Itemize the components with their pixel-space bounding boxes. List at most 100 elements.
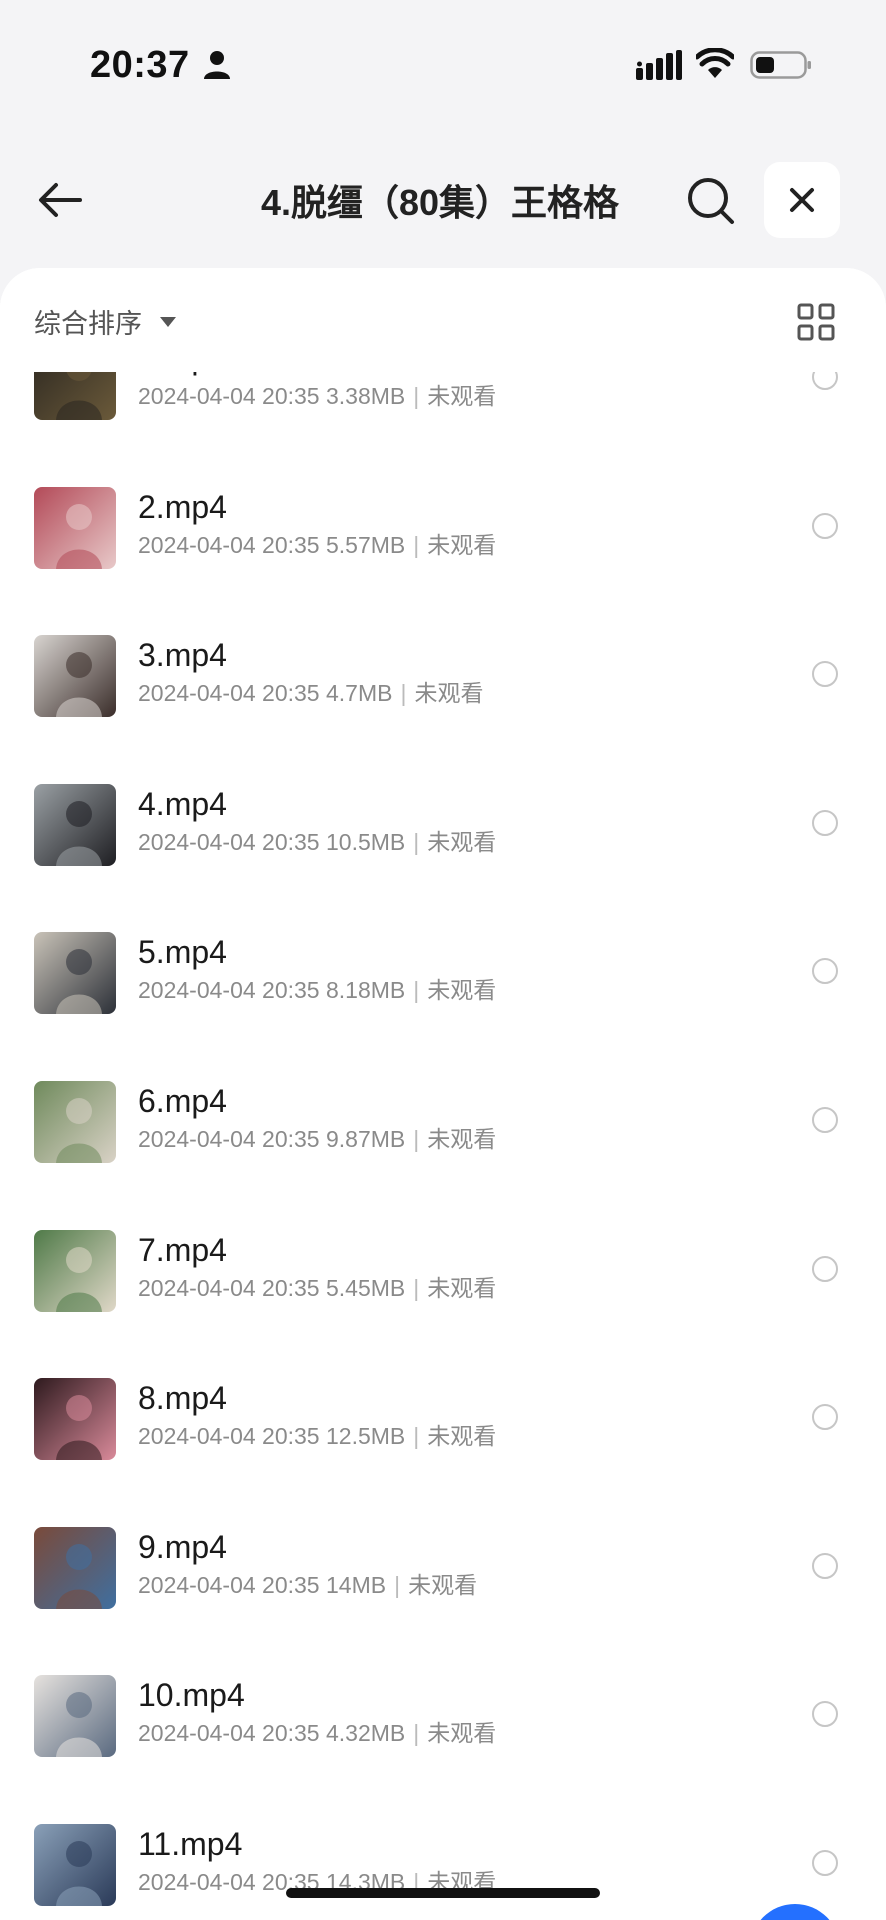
status-bar: 20:37 — [0, 0, 886, 120]
file-name: 6.mp4 — [138, 1083, 227, 1119]
select-radio[interactable] — [812, 1552, 838, 1579]
page-title: 4.脱缰（80集）王格格 — [260, 182, 620, 223]
file-size: 4.32MB — [326, 1720, 406, 1747]
file-meta: 2024-04-04 20:35 9.87MB | 未观看 — [138, 1123, 496, 1155]
file-row[interactable]: 1.mp4 2024-04-04 20:35 3.38MB | 未观看 — [0, 372, 886, 486]
file-meta: 2024-04-04 20:35 5.57MB | 未观看 — [138, 529, 496, 561]
file-size: 3.38MB — [326, 383, 406, 409]
close-icon — [790, 188, 814, 212]
file-date: 2024-04-04 20:35 — [138, 1274, 320, 1301]
video-thumbnail — [34, 486, 116, 569]
watch-status: 未观看 — [427, 1423, 497, 1450]
sort-label: 综合排序 — [34, 309, 142, 339]
watch-status: 未观看 — [414, 680, 484, 707]
cellular-signal-icon — [636, 50, 682, 80]
video-thumbnail — [34, 1526, 116, 1609]
meta-separator: | — [400, 680, 407, 707]
file-row[interactable]: 6.mp4 2024-04-04 20:35 9.87MB | 未观看 — [0, 1081, 886, 1229]
file-list: 1.mp4 2024-04-04 20:35 3.38MB | 未观看 2.mp4 202… — [0, 372, 886, 1920]
header: 4.脱缰（80集）王格格 — [0, 150, 886, 250]
grid-view-icon[interactable] — [796, 302, 836, 342]
back-button[interactable] — [32, 172, 88, 228]
file-date: 2024-04-04 20:35 — [138, 1423, 320, 1450]
file-name: 1.mp4 — [138, 372, 227, 378]
select-radio[interactable] — [812, 1255, 838, 1282]
file-size: 14MB — [326, 1571, 387, 1598]
watch-status: 未观看 — [408, 1571, 478, 1598]
file-row[interactable]: 9.mp4 2024-04-04 20:35 14MB | 未观看 — [0, 1526, 886, 1675]
file-date: 2024-04-04 20:35 — [138, 680, 320, 707]
file-size: 5.45MB — [326, 1274, 406, 1301]
video-thumbnail — [34, 635, 116, 718]
file-row[interactable]: 3.mp4 2024-04-04 20:35 4.7MB | 未观看 — [0, 635, 886, 783]
select-radio[interactable] — [812, 1701, 838, 1728]
meta-separator: | — [413, 977, 420, 1004]
meta-separator: | — [413, 1274, 420, 1301]
file-size: 12.5MB — [326, 1423, 406, 1450]
file-row[interactable]: 7.mp4 2024-04-04 20:35 5.45MB | 未观看 — [0, 1229, 886, 1378]
file-date: 2024-04-04 20:35 — [138, 1126, 320, 1152]
video-thumbnail — [34, 1378, 116, 1461]
caret-down-icon — [160, 316, 176, 327]
file-row[interactable]: 11.mp4 2024-04-04 20:35 14.3MB | 未观看 — [0, 1824, 886, 1920]
person-icon — [204, 51, 230, 79]
file-row[interactable]: 4.mp4 2024-04-04 20:35 10.5MB | 未观看 — [0, 783, 886, 932]
file-name: 8.mp4 — [138, 1380, 227, 1417]
watch-status: 未观看 — [427, 531, 497, 558]
select-radio[interactable] — [812, 661, 838, 688]
search-icon — [688, 178, 734, 224]
select-radio[interactable] — [812, 1404, 838, 1431]
file-size: 4.7MB — [326, 680, 393, 707]
meta-separator: | — [413, 1126, 420, 1152]
sort-dropdown[interactable]: 综合排序 — [34, 302, 176, 341]
video-thumbnail — [34, 783, 116, 866]
file-meta: 2024-04-04 20:35 4.32MB | 未观看 — [138, 1717, 496, 1749]
file-name: 9.mp4 — [138, 1528, 227, 1565]
file-size: 9.87MB — [326, 1126, 406, 1152]
select-radio[interactable] — [812, 958, 838, 985]
file-size: 5.57MB — [326, 531, 406, 558]
file-meta: 2024-04-04 20:35 8.18MB | 未观看 — [138, 974, 496, 1006]
file-date: 2024-04-04 20:35 — [138, 1720, 320, 1747]
watch-status: 未观看 — [427, 1274, 497, 1301]
status-time: 20:37 — [90, 44, 190, 86]
file-size: 10.5MB — [326, 828, 406, 855]
file-meta: 2024-04-04 20:35 3.38MB | 未观看 — [138, 380, 496, 412]
file-date: 2024-04-04 20:35 — [138, 1571, 320, 1598]
select-radio[interactable] — [812, 512, 838, 539]
file-row[interactable]: 10.mp4 2024-04-04 20:35 4.32MB | 未观看 — [0, 1675, 886, 1823]
close-button[interactable] — [764, 162, 840, 238]
video-thumbnail — [34, 1675, 116, 1758]
home-indicator — [286, 1888, 600, 1898]
file-name: 7.mp4 — [138, 1231, 227, 1268]
battery-low-icon — [750, 51, 811, 79]
select-radio[interactable] — [812, 1107, 838, 1133]
file-row[interactable]: 8.mp4 2024-04-04 20:35 12.5MB | 未观看 — [0, 1378, 886, 1526]
watch-status: 未观看 — [427, 977, 497, 1004]
file-date: 2024-04-04 20:35 — [138, 828, 320, 855]
select-radio[interactable] — [812, 372, 838, 390]
file-meta: 2024-04-04 20:35 12.5MB | 未观看 — [138, 1420, 496, 1452]
watch-status: 未观看 — [427, 383, 497, 409]
video-thumbnail — [34, 1824, 116, 1906]
file-date: 2024-04-04 20:35 — [138, 531, 320, 558]
select-radio[interactable] — [812, 809, 838, 836]
file-name: 4.mp4 — [138, 785, 227, 822]
video-thumbnail — [34, 1081, 116, 1163]
file-date: 2024-04-04 20:35 — [138, 383, 320, 409]
search-button[interactable] — [682, 172, 740, 230]
file-size: 8.18MB — [326, 977, 406, 1004]
file-panel: 综合排序 1.mp42024-04-04 20:35 3.38MB|未观看2.m… — [0, 268, 886, 1920]
file-row[interactable]: 2.mp4 2024-04-04 20:35 5.57MB | 未观看 — [0, 486, 886, 635]
video-thumbnail — [34, 932, 116, 1015]
file-name: 2.mp4 — [138, 488, 227, 525]
file-name: 5.mp4 — [138, 934, 227, 971]
file-row[interactable]: 5.mp4 2024-04-04 20:35 8.18MB | 未观看 — [0, 932, 886, 1080]
wifi-icon — [696, 48, 734, 78]
file-name: 11.mp4 — [138, 1826, 243, 1862]
file-name: 10.mp4 — [138, 1677, 245, 1714]
file-date: 2024-04-04 20:35 — [138, 977, 320, 1004]
select-radio[interactable] — [812, 1850, 838, 1876]
meta-separator: | — [413, 383, 420, 409]
meta-separator: | — [413, 1720, 420, 1747]
